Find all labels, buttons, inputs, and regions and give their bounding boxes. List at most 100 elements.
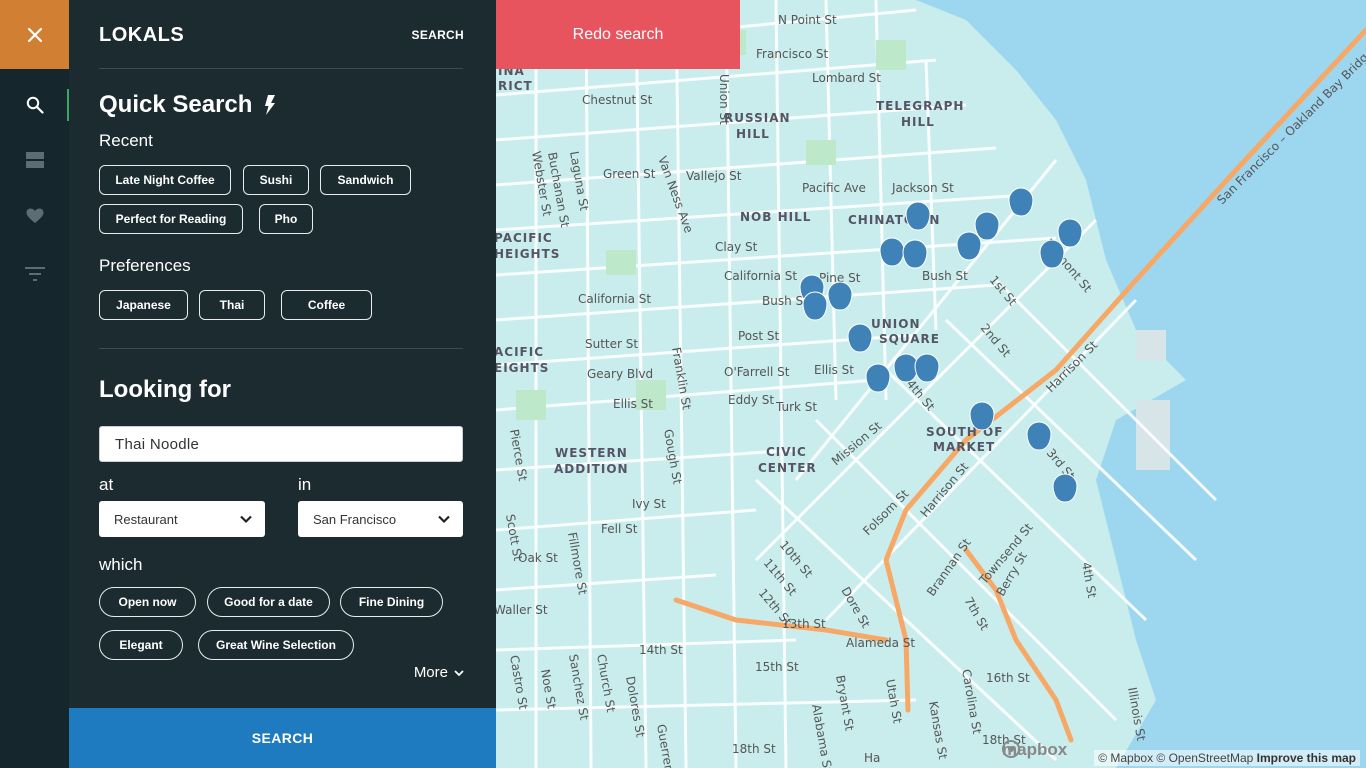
map-label: RUSSIAN [724, 111, 791, 125]
street-label: N Point St [778, 13, 837, 27]
looking-for-heading: Looking for [99, 376, 231, 403]
map-label: UNION [871, 317, 921, 331]
preference-chip[interactable]: Coffee [281, 290, 372, 320]
street-label: Ellis St [613, 397, 653, 411]
street-label: Jackson St [891, 181, 954, 195]
close-icon [27, 27, 42, 42]
map-label: WESTERN [555, 446, 628, 460]
filter-icon [24, 267, 45, 281]
location-marker [1057, 218, 1083, 248]
map-label: HEIGHTS [496, 247, 560, 261]
location-marker [865, 363, 891, 393]
redo-search-button[interactable]: Redo search [496, 0, 740, 69]
street-label: California St [578, 292, 651, 306]
map-canvas: RUSSIAN HILL TELEGRAPH HILL NOB HILL CHI… [496, 0, 1366, 768]
top-search-link[interactable]: SEARCH [412, 28, 464, 42]
attribute-pill[interactable]: Elegant [99, 630, 183, 660]
divider [99, 68, 463, 69]
location-marker [969, 401, 995, 431]
street-label: 7th St [961, 595, 991, 634]
street-label: Kansas St [926, 700, 950, 760]
street-label: Geary Blvd [587, 367, 653, 381]
icon-rail [0, 0, 69, 768]
street-label: Green St [603, 167, 656, 181]
location-marker [1008, 187, 1034, 217]
recent-chip[interactable]: Late Night Coffee [99, 165, 231, 195]
attribution-text: © Mapbox © OpenStreetMap [1098, 751, 1254, 765]
map-label: CENTER [758, 461, 817, 475]
search-button[interactable]: SEARCH [69, 708, 496, 768]
city-select[interactable]: San Francisco [298, 501, 463, 537]
lightning-icon [265, 95, 276, 115]
rail-filter-button[interactable] [0, 246, 69, 302]
rail-list-button[interactable] [0, 132, 69, 188]
map-label: NOB HILL [740, 210, 811, 224]
street-label: California St [724, 269, 797, 283]
keyword-input[interactable] [99, 426, 463, 462]
mapbox-icon [1002, 740, 1020, 758]
location-marker [847, 323, 873, 353]
map-label: ACIFIC [496, 345, 544, 359]
recent-chip[interactable]: Perfect for Reading [99, 204, 243, 234]
street-label: Turk St [775, 400, 817, 414]
recent-chip[interactable]: Pho [259, 204, 313, 234]
street-label: Lombard St [812, 71, 881, 85]
preference-chip[interactable]: Thai [199, 290, 265, 320]
more-label: More [413, 664, 448, 681]
location-marker [956, 231, 982, 261]
list-icon [25, 152, 44, 168]
in-label: in [298, 475, 312, 494]
location-marker [1039, 239, 1065, 269]
street-label: Pacific Ave [802, 181, 866, 195]
location-marker [1026, 421, 1052, 451]
street-label: Noe St [538, 668, 559, 710]
map-label: TELEGRAPH [876, 99, 964, 113]
quick-search-title: Quick Search [99, 91, 253, 118]
street-label: Chestnut St [582, 93, 653, 107]
street-label: Illinois St [1125, 686, 1148, 742]
attribute-pill[interactable]: Good for a date [207, 587, 330, 617]
map-attribution[interactable]: © Mapbox © OpenStreetMap Improve this ma… [1094, 750, 1360, 766]
street-label: Sutter St [585, 337, 638, 351]
location-marker [802, 291, 828, 321]
mapbox-logo: mapbox [1002, 740, 1067, 760]
map-label: SOUTH OF [926, 425, 1003, 439]
map-label: EIGHTS [496, 361, 549, 375]
attribute-pill[interactable]: Open now [99, 587, 196, 617]
heart-icon [26, 208, 43, 223]
recent-chip[interactable]: Sushi [243, 165, 309, 195]
brand-logo: LOKALS [99, 24, 185, 46]
venue-type-value: Restaurant [114, 511, 178, 527]
map-label: SQUARE [879, 332, 940, 346]
close-button[interactable] [0, 0, 69, 69]
which-label: which [99, 555, 143, 574]
map-label: RICT [498, 79, 533, 93]
location-marker [879, 237, 905, 267]
street-label: Alabama St [809, 703, 835, 768]
attribute-pill[interactable]: Fine Dining [340, 587, 443, 617]
recent-chip[interactable]: Sandwich [320, 165, 411, 195]
preference-chip[interactable]: Japanese [99, 290, 188, 320]
rail-favorites-button[interactable] [0, 188, 69, 244]
street-label: Clay St [715, 240, 758, 254]
location-marker [827, 281, 853, 311]
street-label: Van Ness Ave [655, 154, 696, 235]
preferences-label: Preferences [99, 256, 191, 275]
attribute-pill[interactable]: Great Wine Selection [198, 630, 354, 660]
rail-search-button[interactable] [0, 77, 69, 133]
location-marker [905, 201, 931, 231]
map[interactable]: RUSSIAN HILL TELEGRAPH HILL NOB HILL CHI… [496, 0, 1366, 768]
search-icon [26, 96, 44, 114]
street-label: Post St [738, 329, 780, 343]
street-label: Pierce St [507, 428, 530, 482]
improve-map-link[interactable]: Improve this map [1257, 751, 1356, 765]
map-label: ADDITION [554, 462, 629, 476]
street-label: Bush St [762, 294, 808, 308]
street-label: 18th St [732, 742, 776, 756]
venue-type-select[interactable]: Restaurant [99, 501, 265, 537]
location-marker [1052, 473, 1078, 503]
recent-label: Recent [99, 131, 153, 150]
street-label: Harrison St [1043, 338, 1100, 395]
street-label: 16th St [986, 671, 1030, 685]
more-toggle[interactable]: More [414, 664, 464, 681]
